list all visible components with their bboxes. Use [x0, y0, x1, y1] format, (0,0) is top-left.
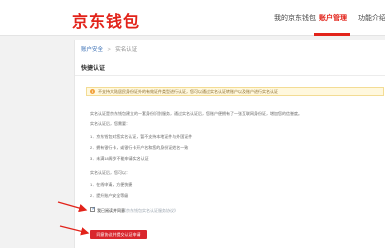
notice-banner: ! 不支持大陆居民身份证外的有效证件类型进行认证，您可以通过实名认证转账户以及账… [86, 87, 384, 96]
brand-logo[interactable]: 京东钱包 [72, 8, 140, 32]
step-2: 2．拥有银行卡，或银行卡开户名和您的身份证姓名一致 [90, 145, 189, 150]
agree-checkbox[interactable]: ✓ [90, 205, 96, 212]
submit-verification-button[interactable]: 同意协议并提交认证申请 [90, 230, 147, 239]
active-nav-indicator [314, 33, 350, 36]
methods-title: 实名认证后，您可以： [90, 170, 130, 175]
card-title: 快捷认证 [81, 66, 106, 72]
card-title-bar: 快捷认证 [75, 58, 385, 76]
breadcrumb-current: 实名认证 [115, 47, 138, 53]
breadcrumb-account-security[interactable]: 账户安全 [81, 47, 103, 53]
top-header: 京东钱包 我的京东钱包 账户管理 功能介绍 [0, 0, 385, 36]
nav-account-management[interactable]: 账户管理 [319, 13, 347, 23]
nav-my-wallet[interactable]: 我的京东钱包 [274, 13, 316, 23]
verification-card: 账户安全 > 实名认证 快捷认证 [74, 40, 385, 248]
info-icon: ! [90, 89, 95, 94]
intro-line-2: 实名认证后，您需要： [90, 121, 130, 126]
method-1: 1．在线申请，方便快捷 [90, 182, 133, 187]
nav-features[interactable]: 功能介绍 [358, 13, 385, 23]
step-3: 3．未满18周岁不能申请实名认证 [90, 156, 149, 161]
notice-text: 不支持大陆居民身份证外的有效证件类型进行认证，您可以通过实名认证转账户以及账户进… [98, 89, 278, 95]
method-2: 2．提升账户安全等级 [90, 193, 129, 198]
agreement-link[interactable]: 《京东钱包实名认证服务协议》 [122, 208, 178, 214]
intro-line-1: 实名认证是京东钱包建立的一套身份识别服务，通过实名认证后，您账户便拥有了一张互联… [90, 111, 302, 116]
breadcrumb: 账户安全 > 实名认证 [81, 45, 137, 53]
agree-label: 我已阅读并同意 [97, 207, 125, 213]
breadcrumb-separator: > [107, 47, 111, 53]
step-1: 1．京东钱包对您实名认证，暂不支持本地证件与外国证件 [90, 134, 193, 139]
check-icon: ✓ [91, 205, 96, 212]
